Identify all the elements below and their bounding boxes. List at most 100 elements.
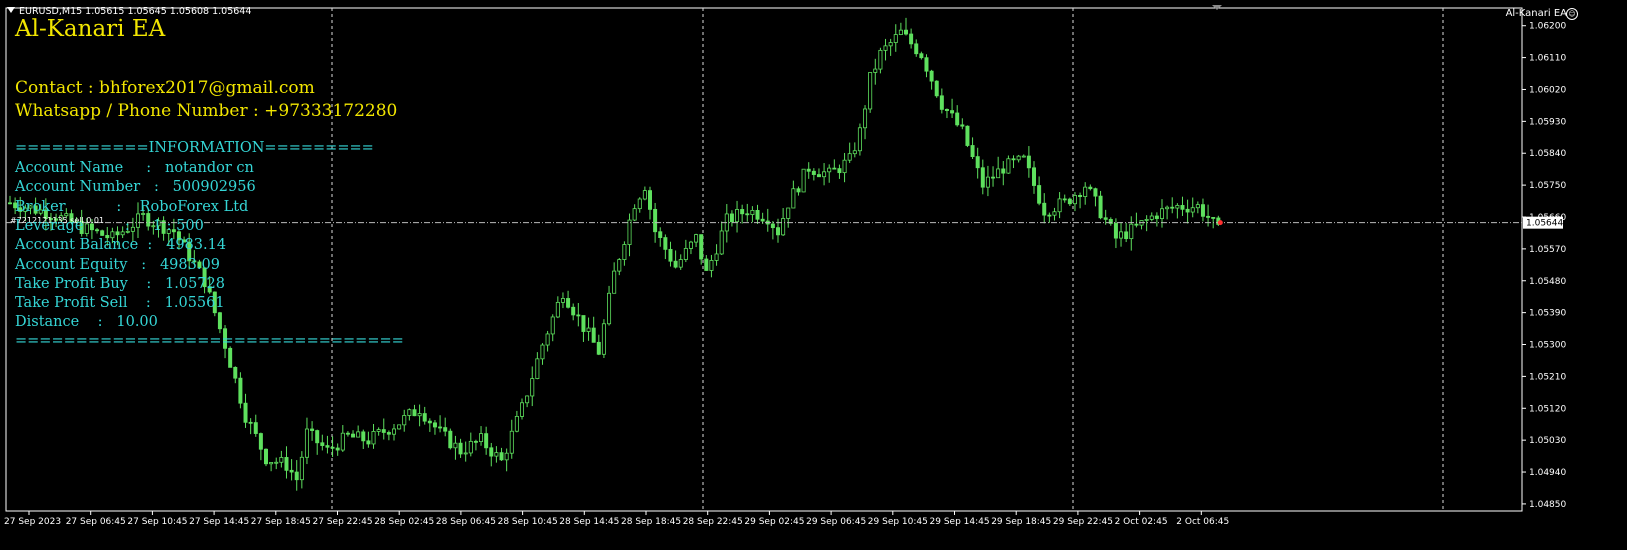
- candle-body: [386, 432, 391, 435]
- time-tick-label: 28 Sep 06:45: [436, 517, 496, 527]
- candle-body: [1062, 198, 1067, 201]
- candle-body: [258, 433, 263, 450]
- candle-body: [330, 446, 335, 449]
- candle-body: [310, 428, 315, 431]
- dropdown-triangle-icon[interactable]: [7, 7, 15, 13]
- trade-marker: [1217, 220, 1223, 226]
- time-tick-label: 29 Sep 22:45: [1053, 517, 1113, 527]
- time-tick-label: 28 Sep 02:45: [374, 517, 434, 527]
- candle-body: [422, 413, 427, 422]
- candle-body: [294, 471, 299, 481]
- candle-body: [740, 209, 745, 215]
- candle-body: [653, 208, 658, 233]
- candle-body: [586, 327, 591, 332]
- candle-body: [678, 259, 683, 268]
- candle-body: [1057, 198, 1062, 213]
- candle-body: [837, 168, 842, 174]
- candle-body: [745, 213, 750, 216]
- candle-body: [975, 156, 980, 169]
- candle-body: [596, 341, 601, 355]
- candle-body: [622, 244, 627, 260]
- time-tick-label: 29 Sep 10:45: [868, 517, 928, 527]
- candle-body: [893, 34, 898, 43]
- candle-body: [1154, 215, 1159, 219]
- time-tick-label: 28 Sep 14:45: [559, 517, 619, 527]
- candle-body: [637, 198, 642, 210]
- candle-body: [735, 209, 740, 223]
- time-tick-label: 27 Sep 14:45: [189, 517, 249, 527]
- candle-body: [274, 461, 279, 464]
- candle-body: [233, 366, 238, 379]
- candle-body: [1103, 217, 1108, 220]
- candle-body: [340, 432, 345, 451]
- candle-body: [320, 442, 325, 446]
- candle-body: [555, 301, 560, 318]
- candle-body: [443, 427, 448, 432]
- candle-body: [1160, 208, 1165, 219]
- candle-body: [658, 231, 663, 238]
- candle-body: [1149, 215, 1154, 220]
- candle-body: [243, 402, 248, 423]
- contact-phone: Whatsapp / Phone Number : +97333172280: [15, 101, 398, 121]
- candle-body: [315, 430, 320, 444]
- candle-body: [463, 452, 468, 455]
- candle-body: [668, 248, 673, 262]
- smiley-icon[interactable]: ☺: [1566, 8, 1578, 20]
- candle-body: [1052, 211, 1057, 216]
- candle-body: [1124, 231, 1129, 240]
- candle-body: [279, 457, 284, 463]
- candle-body: [909, 33, 914, 45]
- candle-body: [612, 270, 617, 294]
- candle-body: [376, 429, 381, 432]
- candle-body: [560, 298, 565, 303]
- candle-body: [1001, 168, 1006, 174]
- info-row: Take Profit Sell : 1.05561: [15, 295, 225, 312]
- info-row: Leverage : 1 : 500: [15, 217, 204, 234]
- candle-body: [325, 445, 330, 448]
- candle-body: [238, 377, 243, 404]
- candle-body: [484, 433, 489, 449]
- info-row: Take Profit Buy : 1.05728: [15, 275, 225, 292]
- candle-body: [530, 378, 535, 397]
- candle-body: [1185, 208, 1190, 213]
- candle-body: [468, 440, 473, 454]
- candle-body: [617, 259, 622, 272]
- candle-body: [1078, 195, 1083, 197]
- time-tick-label: 2 Oct 06:45: [1176, 517, 1229, 527]
- candle-body: [965, 125, 970, 146]
- candle-body: [683, 248, 688, 260]
- candle-body: [289, 469, 294, 473]
- info-row: Distance : 10.00: [15, 314, 158, 331]
- candle-body: [402, 415, 407, 426]
- candle-body: [473, 440, 478, 443]
- candle-body: [985, 176, 990, 188]
- candle-body: [571, 306, 576, 316]
- time-tick-label: 28 Sep 18:45: [621, 517, 681, 527]
- candle-body: [407, 409, 412, 416]
- info-header: ===========INFORMATION=========: [15, 140, 374, 156]
- time-tick-label: 29 Sep 14:45: [930, 517, 990, 527]
- candle-body: [284, 457, 289, 471]
- candle-body: [955, 112, 960, 126]
- time-tick-label: 2 Oct 02:45: [1115, 517, 1168, 527]
- candle-body: [550, 316, 555, 335]
- current-price-label: 1.05644: [1526, 219, 1563, 229]
- candle-body: [217, 312, 222, 330]
- candle-body: [545, 333, 550, 346]
- contact-email: Contact : bhforex2017@gmail.com: [15, 78, 315, 98]
- candle-body: [719, 230, 724, 255]
- price-tick-label: 1.05570: [1529, 245, 1566, 255]
- candle-body: [1088, 186, 1093, 190]
- price-tick-label: 1.06200: [1529, 22, 1566, 32]
- candle-body: [1067, 198, 1072, 205]
- candle-body: [791, 188, 796, 209]
- candle-body: [438, 426, 443, 429]
- candle-body: [1016, 155, 1021, 161]
- candle-body: [427, 420, 432, 424]
- price-tick-label: 1.04850: [1529, 500, 1566, 510]
- info-row: Account Number : 500902956: [15, 179, 256, 196]
- candle-body: [857, 127, 862, 152]
- candle-body: [1211, 217, 1216, 219]
- info-row: Account Name : notandor cn: [15, 160, 254, 176]
- time-tick-label: 27 Sep 06:45: [66, 517, 126, 527]
